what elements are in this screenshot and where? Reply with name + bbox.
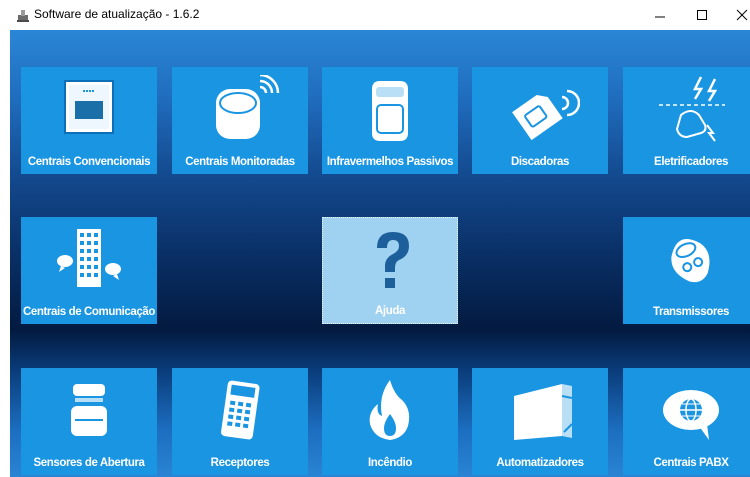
title-bar: Software de atualização - 1.6.2 [0, 0, 750, 30]
close-icon [736, 9, 748, 21]
tile-label: Automatizadores [496, 457, 584, 469]
electric-fence-icon [659, 76, 725, 142]
transmitter-icon [671, 239, 710, 283]
close-button[interactable] [722, 0, 750, 30]
sim-dialer-icon [512, 89, 580, 141]
tile-label: Ajuda [375, 305, 405, 317]
tile-incendio[interactable]: Incêndio [322, 368, 458, 475]
tile-label: Centrais Convencionais [27, 156, 151, 168]
tile-discadoras[interactable]: Discadoras [472, 67, 608, 174]
tile-infravermelhos-passivos[interactable]: Infravermelhos Passivos [322, 67, 458, 174]
tile-label: Sensores de Abertura [33, 457, 145, 469]
magnetic-sensor-icon [71, 384, 107, 436]
tile-centrais-convencionais[interactable]: Centrais Convencionais [21, 67, 157, 174]
tile-sensores-abertura[interactable]: Sensores de Abertura [21, 368, 157, 475]
monitored-central-icon [216, 75, 280, 139]
maximize-button[interactable] [682, 0, 722, 30]
tile-label: Centrais PABX [653, 457, 729, 469]
tile-label: Discadoras [510, 156, 569, 168]
control-panel-icon [64, 80, 114, 134]
minimize-button[interactable] [640, 0, 680, 30]
tile-label: Centrais Monitoradas [185, 156, 295, 168]
tile-label: Infravermelhos Passivos [326, 156, 454, 168]
app-icon [17, 10, 29, 22]
minimize-icon [655, 16, 665, 18]
tile-label: Transmissores [653, 306, 729, 318]
tile-label: Receptores [210, 457, 270, 469]
tile-automatizadores[interactable]: Automatizadores [472, 368, 608, 475]
tile-ajuda[interactable]: Ajuda [322, 217, 458, 324]
tile-eletrificadores[interactable]: Eletrificadores [623, 67, 750, 174]
maximize-icon [697, 10, 707, 20]
pabx-icon [663, 390, 719, 440]
tile-centrais-comunicacao[interactable]: Centrais de Comunicação [21, 217, 157, 324]
fire-icon [369, 380, 410, 440]
window-border [0, 30, 10, 477]
tile-transmissores[interactable]: Transmissores [623, 217, 750, 324]
tile-label: Centrais de Comunicação [22, 306, 156, 318]
tile-centrais-pabx[interactable]: Centrais PABX [623, 368, 750, 475]
tile-label: Incêndio [367, 457, 413, 469]
tile-receptores[interactable]: Receptores [172, 368, 308, 475]
pir-sensor-icon [372, 81, 408, 141]
gate-icon [514, 384, 573, 440]
building-communication-icon [57, 229, 121, 287]
keypad-receiver-icon [221, 380, 260, 440]
tile-centrais-monitoradas[interactable]: Centrais Monitoradas [172, 67, 308, 174]
window-title: Software de atualização - 1.6.2 [34, 7, 200, 21]
question-mark-icon [377, 232, 409, 288]
tile-label: Eletrificadores [654, 156, 728, 168]
